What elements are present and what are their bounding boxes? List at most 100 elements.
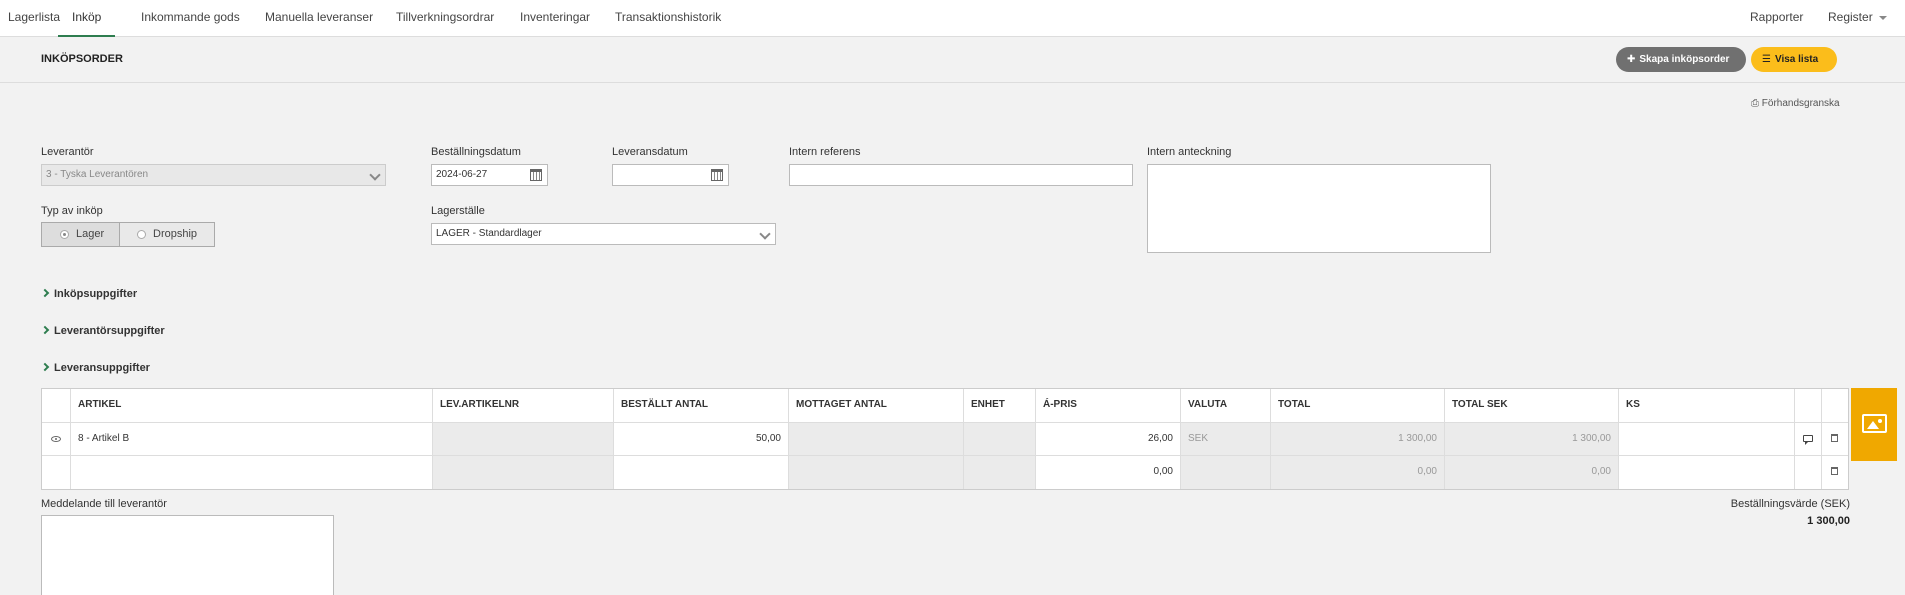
section-label: Leveransuppgifter [54, 362, 150, 374]
cell-received [789, 423, 964, 455]
col-a-pris: Á-PRIS [1036, 389, 1181, 422]
message-textarea[interactable] [41, 515, 334, 595]
tab-inventeringar[interactable]: Inventeringar [520, 0, 590, 37]
supplier-label: Leverantör [41, 146, 94, 158]
calendar-icon[interactable] [711, 169, 723, 181]
warehouse-select[interactable]: LAGER - Standardlager [431, 223, 776, 245]
cell-ordered[interactable]: 50,00 [614, 423, 789, 455]
register-label: Register [1828, 10, 1873, 24]
radio-dropship-label: Dropship [153, 228, 198, 240]
delete-cell[interactable] [1822, 456, 1846, 489]
calendar-icon[interactable] [530, 169, 542, 181]
cell-ordered[interactable] [614, 456, 789, 489]
message-label: Meddelande till leverantör [41, 498, 167, 510]
col-total: TOTAL [1271, 389, 1445, 422]
view-cell [42, 456, 71, 489]
cell-currency [1181, 456, 1271, 489]
radio-dot [137, 230, 146, 239]
create-purchase-order-button[interactable]: ✚ Skapa inköpsorder [1616, 47, 1746, 72]
internal-ref-input[interactable] [789, 164, 1133, 186]
preview-link[interactable]: ⎙ Förhandsgranska [1751, 98, 1840, 109]
cell-ks[interactable] [1619, 423, 1795, 455]
section-inkopsuppgifter[interactable]: Inköpsuppgifter [40, 288, 138, 300]
page-title: INKÖPSORDER [41, 53, 123, 65]
chevron-right-icon [40, 325, 50, 335]
tab-inkop[interactable]: Inköp [58, 0, 116, 37]
view-cell[interactable] [42, 423, 71, 455]
chevron-down-icon [369, 169, 381, 181]
eye-icon[interactable] [51, 436, 61, 442]
header-icon-col [42, 389, 71, 422]
tab-manuella-leveranser[interactable]: Manuella leveranser [265, 0, 373, 37]
delivery-date-input[interactable] [612, 164, 729, 186]
image-panel-toggle[interactable] [1851, 388, 1897, 461]
table-row: 8 - Artikel B 50,00 26,00 SEK 1 300,00 1… [42, 423, 1848, 456]
header-action-col [1822, 389, 1846, 422]
order-value-label: Beställningsvärde (SEK) [1730, 498, 1850, 510]
comment-icon[interactable] [1803, 434, 1813, 445]
section-leverantorsuppgifter[interactable]: Leverantörsuppgifter [40, 325, 165, 337]
col-lev-artikelnr: LEV.ARTIKELNR [433, 389, 614, 422]
col-valuta: VALUTA [1181, 389, 1271, 422]
tab-inkommande-gods[interactable]: Inkommande gods [141, 0, 240, 37]
cell-unit [964, 456, 1036, 489]
order-date-label: Beställningsdatum [431, 146, 521, 158]
plus-icon: ✚ [1627, 54, 1636, 65]
supplier-select[interactable]: 3 - Tyska Leverantören [41, 164, 386, 186]
section-leveransuppgifter[interactable]: Leveransuppgifter [40, 362, 150, 374]
tab-tillverkningsordrar[interactable]: Tillverkningsordrar [396, 0, 494, 37]
col-bestallt-antal: BESTÄLLT ANTAL [614, 389, 789, 422]
trash-icon[interactable] [1830, 434, 1838, 443]
table-header: ARTIKEL LEV.ARTIKELNR BESTÄLLT ANTAL MOT… [42, 389, 1848, 423]
reports-link[interactable]: Rapporter [1750, 0, 1803, 37]
order-date-input[interactable]: 2024-06-27 [431, 164, 548, 186]
internal-note-label: Intern anteckning [1147, 146, 1232, 158]
cell-total: 1 300,00 [1271, 423, 1445, 455]
comment-cell[interactable] [1795, 423, 1822, 455]
chevron-right-icon [40, 288, 50, 298]
cell-total-sek: 0,00 [1445, 456, 1619, 489]
radio-dot [60, 230, 69, 239]
chevron-down-icon [1878, 15, 1887, 20]
chevron-down-icon [759, 228, 771, 240]
trash-icon[interactable] [1830, 467, 1838, 476]
radio-dropship[interactable]: Dropship [120, 223, 214, 246]
cell-article[interactable]: 8 - Artikel B [71, 423, 433, 455]
cell-unit [964, 423, 1036, 455]
delete-cell[interactable] [1822, 423, 1846, 455]
list-label: Visa lista [1774, 54, 1819, 65]
internal-ref-label: Intern referens [789, 146, 861, 158]
tab-transaktionshistorik[interactable]: Transaktionshistorik [615, 0, 721, 37]
table-row: 0,00 0,00 0,00 [42, 456, 1848, 489]
preview-label: Förhandsgranska [1761, 98, 1840, 109]
section-label: Inköpsuppgifter [54, 288, 138, 300]
cell-price[interactable]: 0,00 [1036, 456, 1181, 489]
internal-note-textarea[interactable] [1147, 164, 1491, 253]
page-header: INKÖPSORDER ✚ Skapa inköpsorder ☰ Visa lis… [0, 38, 1905, 83]
tab-lagerlista[interactable]: Lagerlista [8, 0, 60, 37]
radio-lager-label: Lager [76, 228, 105, 240]
cell-article[interactable] [71, 456, 433, 489]
cell-received [789, 456, 964, 489]
radio-lager[interactable]: Lager [42, 223, 120, 246]
create-label: Skapa inköpsorder [1639, 54, 1730, 65]
purchase-type-toggle: Lager Dropship [41, 222, 215, 247]
col-artikel: ARTIKEL [71, 389, 433, 422]
purchase-type-label: Typ av inköp [41, 205, 103, 217]
col-ks: KS [1619, 389, 1795, 422]
section-label: Leverantörsuppgifter [54, 325, 165, 337]
col-mottaget-antal: MOTTAGET ANTAL [789, 389, 964, 422]
col-total-sek: TOTAL SEK [1445, 389, 1619, 422]
printer-icon: ⎙ [1751, 98, 1759, 109]
top-nav: Lagerlista Inköp Inkommande gods Manuell… [0, 0, 1905, 37]
image-icon [1862, 414, 1887, 433]
cell-price[interactable]: 26,00 [1036, 423, 1181, 455]
show-list-button[interactable]: ☰ Visa lista [1751, 47, 1837, 72]
register-menu[interactable]: Register [1828, 0, 1887, 37]
header-action-col [1795, 389, 1822, 422]
delivery-date-label: Leveransdatum [612, 146, 688, 158]
warehouse-label: Lagerställe [431, 205, 485, 217]
order-date-value: 2024-06-27 [436, 169, 488, 180]
order-value: 1 300,00 [1807, 515, 1850, 527]
cell-ks[interactable] [1619, 456, 1795, 489]
